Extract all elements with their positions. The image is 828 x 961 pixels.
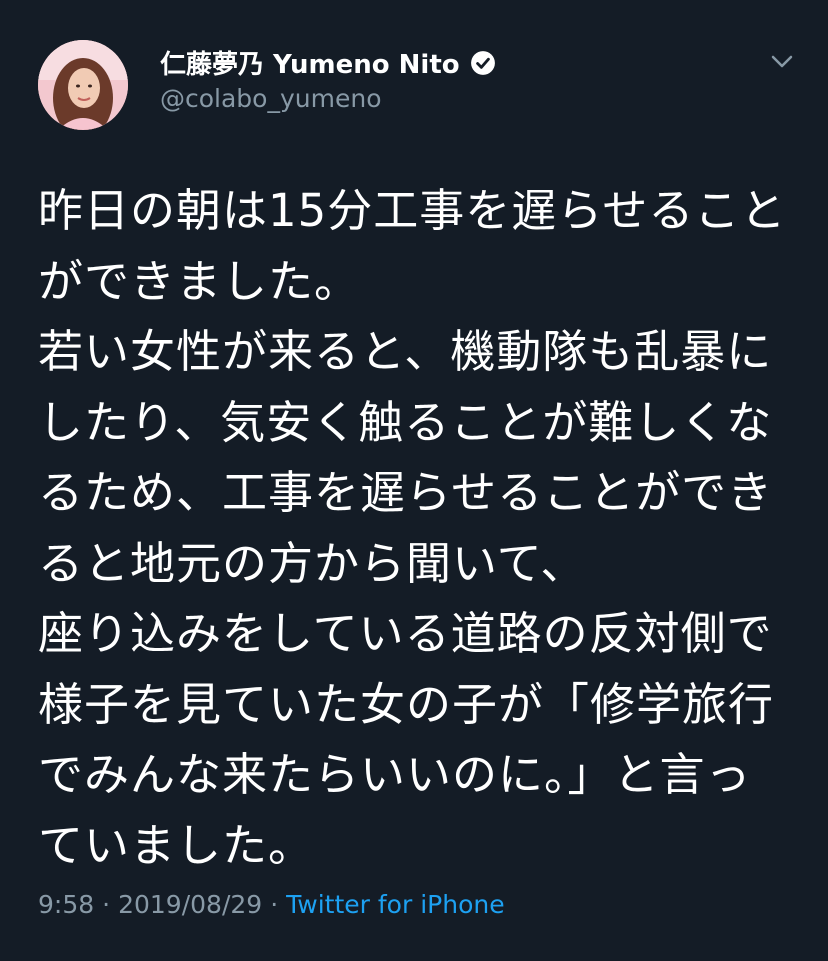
chevron-down-icon[interactable]: [770, 54, 794, 70]
handle[interactable]: @colabo_yumeno: [160, 84, 381, 113]
tweet-text-line: 様子を見ていた女の子が「修学旅行: [38, 677, 775, 731]
display-name-row[interactable]: 仁藤夢乃 Yumeno Nito: [160, 44, 496, 81]
tweet-text-line: したり、気安く触ることが難しくな: [38, 395, 773, 449]
display-name[interactable]: 仁藤夢乃 Yumeno Nito: [160, 44, 460, 81]
tweet-text-line: ていました。: [38, 818, 315, 872]
tweet-text-line: でみんな来たらいいのに。」と言っ: [38, 748, 752, 801]
tweet-text-line: るため、工事を遅らせることができ: [38, 466, 774, 519]
tweet-date[interactable]: 2019/08/29: [118, 890, 262, 919]
meta-separator: ·: [102, 890, 111, 919]
meta-separator: ·: [270, 890, 279, 919]
tweet-text-line: 若い女性が来ると、機動隊も乱暴に: [38, 325, 773, 378]
tweet-text-line: 昨日の朝は15分工事を遅らせること: [38, 184, 787, 237]
tweet-text: 昨日の朝は15分工事を遅らせること ができました。 若い女性が来ると、機動隊も乱…: [38, 176, 808, 881]
tweet-card: 仁藤夢乃 Yumeno Nito @colabo_yumeno 昨日の朝は15分…: [0, 0, 828, 961]
tweet-meta: 9:58 · 2019/08/29 · Twitter for iPhone: [38, 890, 505, 919]
tweet-time[interactable]: 9:58: [38, 890, 94, 919]
avatar[interactable]: [38, 40, 128, 130]
tweet-text-line: ができました。: [38, 254, 361, 308]
verified-badge-icon: [470, 50, 495, 75]
tweet-text-line: 座り込みをしている道路の反対側で: [38, 607, 773, 660]
tweet-text-line: ると地元の方から聞いて、: [38, 536, 587, 590]
avatar-image: [38, 40, 128, 130]
tweet-source-link[interactable]: Twitter for iPhone: [286, 890, 504, 919]
